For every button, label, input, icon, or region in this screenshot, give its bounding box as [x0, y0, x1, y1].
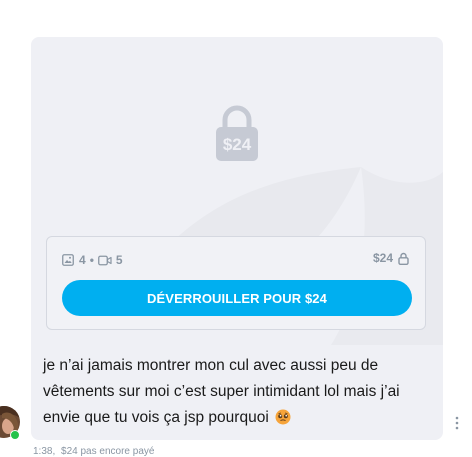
message-body: je n’ai jamais montrer mon cul avec auss… — [43, 357, 400, 426]
stats-separator: • — [89, 253, 94, 267]
image-icon — [62, 254, 74, 266]
post-price-value: $24 — [372, 251, 393, 265]
unlock-button[interactable]: DÉVERROUILLER POUR $24 — [62, 280, 412, 316]
image-count: 4 — [79, 253, 86, 267]
small-lock-icon — [398, 252, 409, 265]
post-price: $24 — [373, 251, 409, 265]
video-icon — [97, 255, 112, 265]
online-status-dot — [10, 430, 20, 440]
message-text: je n’ai jamais montrer mon cul avec auss… — [43, 353, 435, 431]
price-overlay: $24 — [222, 135, 252, 154]
price-overlay-wrap: $24 — [31, 135, 443, 155]
media-stats: 4 • 5 — [62, 253, 123, 267]
payment-status: pas encore payé — [80, 446, 155, 457]
pleading-face-icon — [275, 409, 291, 425]
message-meta: 1:38, $24 pas encore payé — [33, 446, 154, 457]
message-time: 1:38, — [33, 446, 56, 457]
locked-media-preview[interactable]: $24 4 • 5 $24 DÉVERROUILLER POUR $24 — [31, 37, 443, 345]
more-options-icon[interactable] — [453, 416, 461, 430]
locked-message-card: $24 4 • 5 $24 DÉVERROUILLER POUR $24 je … — [31, 37, 443, 440]
message-price: $24 — [61, 446, 78, 457]
unlock-panel: 4 • 5 $24 DÉVERROUILLER POUR $24 — [46, 236, 426, 330]
video-count: 5 — [115, 253, 123, 267]
